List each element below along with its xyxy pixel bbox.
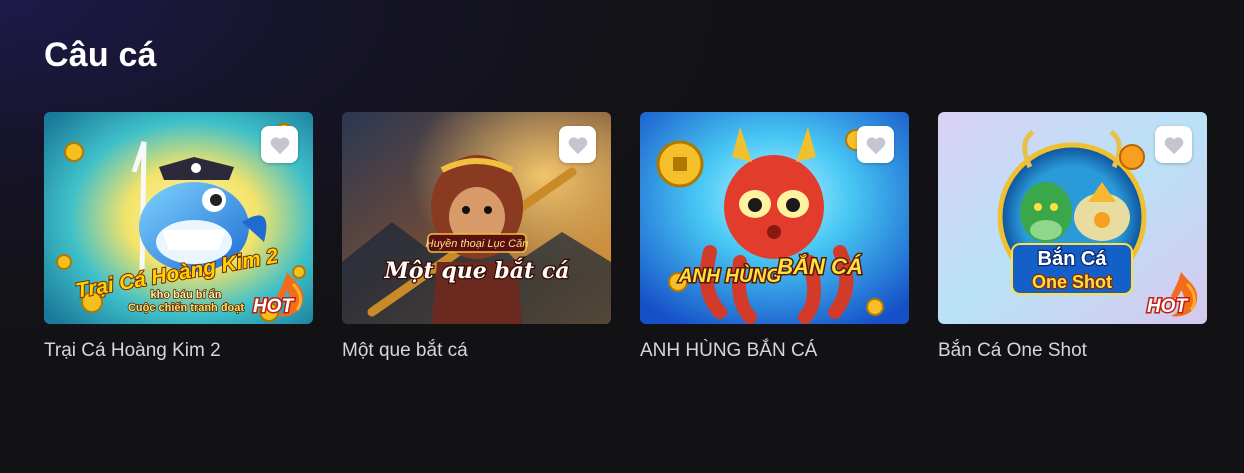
hot-label: HOT — [1147, 296, 1189, 317]
art-title-1: Bắn Cá — [1038, 246, 1108, 270]
game-thumbnail[interactable]: Huyền thoại Lục Căn Một que bắt cá — [342, 112, 611, 324]
game-card-mot-que-bat-ca[interactable]: Huyền thoại Lục Căn Một que bắt cá Một q… — [342, 112, 611, 362]
art-title-2: One Shot — [1032, 272, 1112, 292]
hot-badge: HOT — [1145, 272, 1198, 319]
game-name[interactable]: Bắn Cá One Shot — [938, 340, 1207, 362]
favorite-button[interactable] — [559, 126, 596, 163]
heart-icon — [270, 136, 289, 154]
hot-label: HOT — [253, 296, 295, 317]
art-title-right: BẮN CÁ — [777, 254, 863, 279]
art-subtitle: kho báu bí ẩn — [151, 289, 222, 301]
heart-icon — [866, 136, 885, 154]
game-name[interactable]: Trại Cá Hoàng Kim 2 — [44, 340, 313, 362]
game-thumbnail[interactable]: Bắn Cá One Shot HOT — [938, 112, 1207, 324]
game-card-ban-ca-one-shot[interactable]: Bắn Cá One Shot HOT Bắn Cá One Shot — [938, 112, 1207, 362]
game-thumbnail[interactable]: ANH HÙNG BẮN CÁ — [640, 112, 909, 324]
game-card-anh-hung-ban-ca[interactable]: ANH HÙNG BẮN CÁ ANH HÙNG BẮN CÁ — [640, 112, 909, 362]
game-card-trai-ca-hoang-kim-2[interactable]: Trại Cá Hoàng Kim 2 kho báu bí ẩn Cuộc c… — [44, 112, 313, 362]
game-name[interactable]: ANH HÙNG BẮN CÁ — [640, 340, 909, 362]
art-subtitle: Cuộc chiến tranh đoạt — [128, 302, 244, 314]
hot-badge: HOT — [251, 272, 304, 319]
art-title: Một que bắt cá — [384, 257, 570, 284]
game-grid: Trại Cá Hoàng Kim 2 kho báu bí ẩn Cuộc c… — [44, 112, 1207, 362]
heart-icon — [568, 136, 587, 154]
game-name[interactable]: Một que bắt cá — [342, 340, 611, 362]
art-title-left: ANH HÙNG — [678, 265, 782, 287]
favorite-button[interactable] — [1155, 126, 1192, 163]
heart-icon — [1164, 136, 1183, 154]
section-title: Câu cá — [44, 36, 157, 74]
game-thumbnail[interactable]: Trại Cá Hoàng Kim 2 kho báu bí ẩn Cuộc c… — [44, 112, 313, 324]
favorite-button[interactable] — [261, 126, 298, 163]
favorite-button[interactable] — [857, 126, 894, 163]
art-tagline: Huyền thoại Lục Căn — [426, 238, 529, 250]
